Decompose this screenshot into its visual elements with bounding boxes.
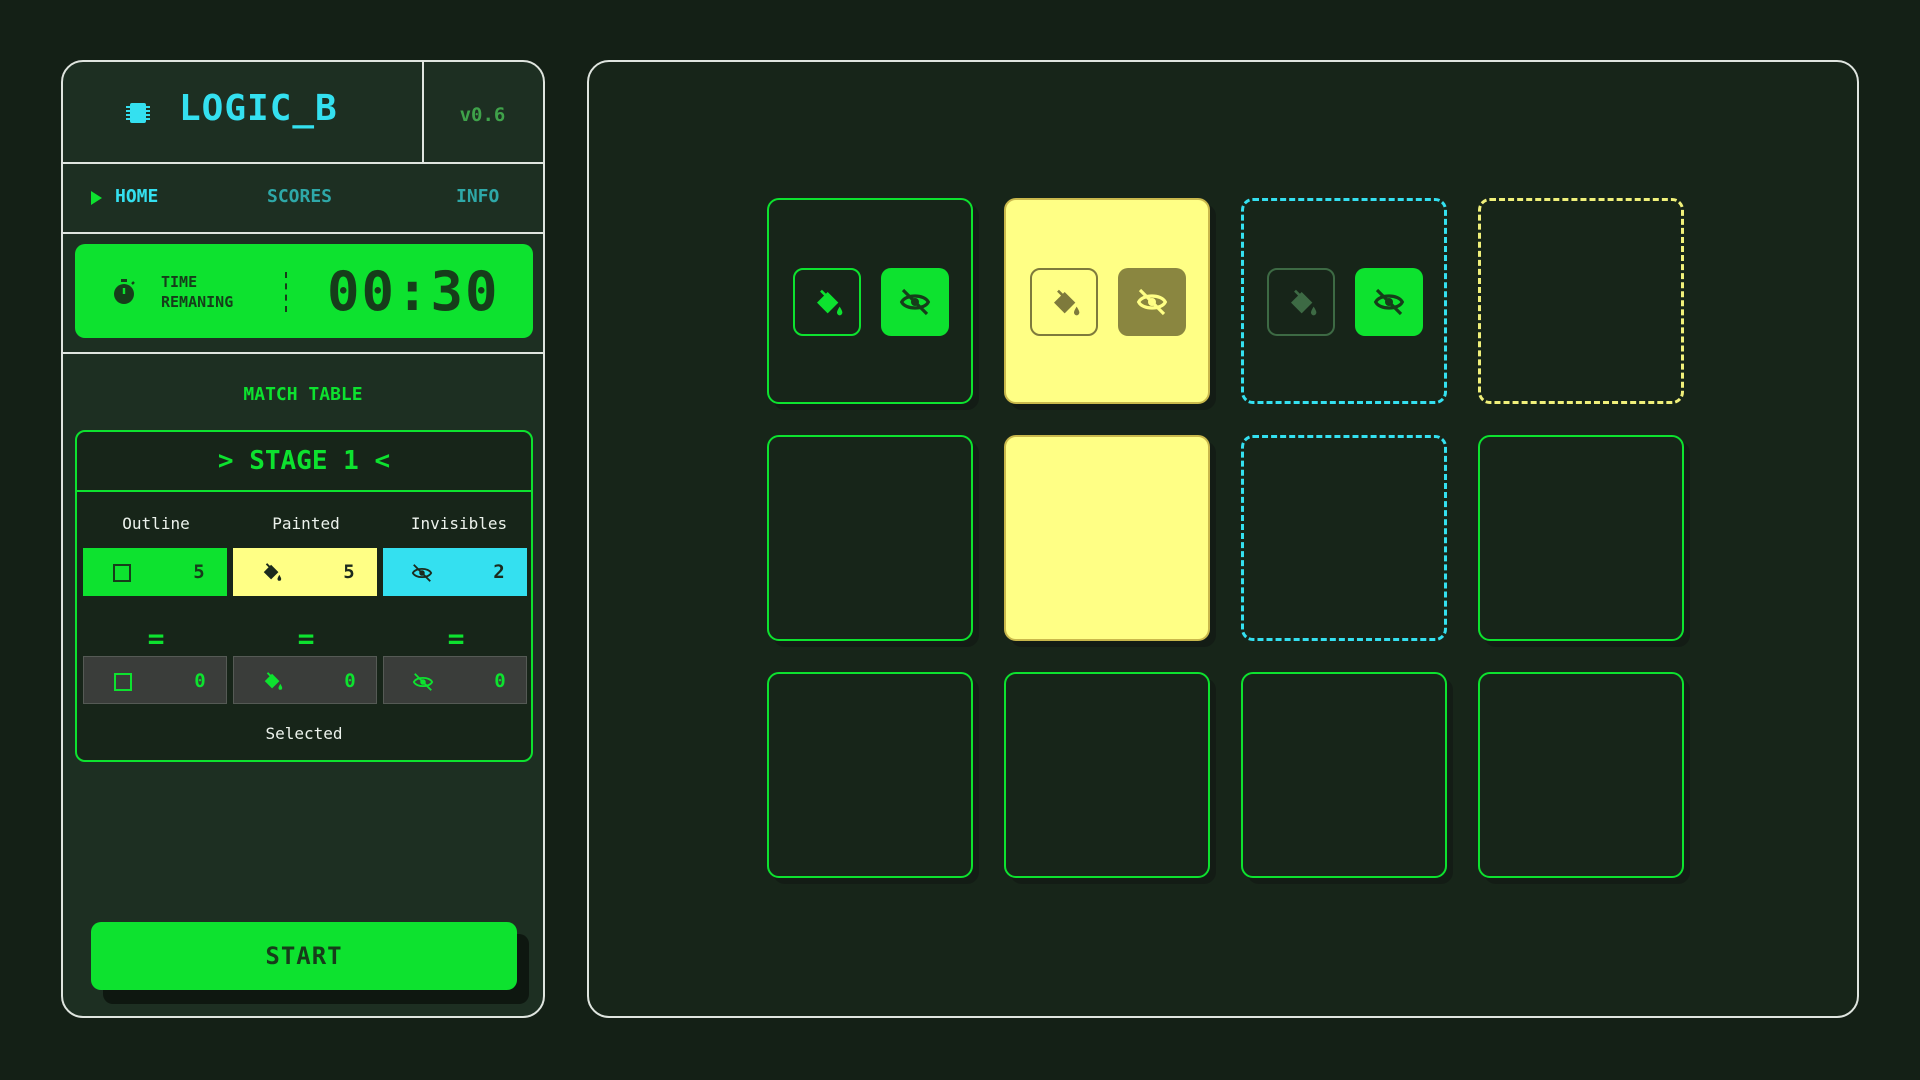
selected-outline-cell: 0 [83,656,227,704]
hide-button[interactable] [881,268,949,336]
timer-separator [285,272,287,312]
tile-r3-c4[interactable] [1478,672,1684,878]
equals-sign: = [297,622,315,655]
eye-off-icon [1373,288,1405,316]
match-table-title: MATCH TABLE [243,384,363,405]
nav-home[interactable]: HOME [115,186,158,207]
timer-panel: TIME REMANING 00:30 [75,244,533,338]
section-divider [63,352,543,354]
selected-invisibles-value: 0 [494,670,506,692]
paint-bucket-icon [1291,289,1317,316]
tile-r2-c1[interactable] [767,435,973,641]
target-outline-cell: 5 [83,548,227,596]
square-outline-icon [114,673,132,691]
hide-button[interactable] [1118,268,1186,336]
target-invisibles-value: 2 [493,561,505,583]
paint-button[interactable] [1030,268,1098,336]
app-header: LOGIC_B v0.6 [63,62,543,164]
main-nav: HOME SCORES INFO [63,164,543,234]
tile-r3-c2[interactable] [1004,672,1210,878]
active-nav-arrow-icon [91,191,102,205]
paint-bucket-icon [817,289,843,316]
target-painted-value: 5 [343,561,355,583]
tile-r2-c2[interactable] [1004,435,1210,641]
target-painted-cell: 5 [233,548,377,596]
column-header-invisibles: Invisibles [410,514,508,533]
stage-title: > STAGE 1 < [77,432,531,492]
equals-sign: = [147,622,165,655]
match-table: > STAGE 1 < Outline Painted Invisibles 5… [75,430,533,762]
target-outline-value: 5 [193,561,205,583]
start-button[interactable]: START [91,922,517,990]
tile-r1-c1[interactable] [767,198,973,404]
paint-bucket-icon [264,672,283,690]
column-header-outline: Outline [122,514,190,533]
timer-value: 00:30 [327,260,500,323]
selected-painted-value: 0 [344,670,356,692]
game-board [587,60,1859,1018]
paint-bucket-icon [1054,289,1080,316]
selected-label: Selected [265,724,343,743]
tile-r3-c3[interactable] [1241,672,1447,878]
tile-r2-c3[interactable] [1241,435,1447,641]
eye-off-icon [412,673,434,691]
selected-painted-cell: 0 [233,656,377,704]
tile-r3-c1[interactable] [767,672,973,878]
chip-icon [126,103,150,123]
timer-label: TIME REMANING [161,273,234,311]
target-invisibles-cell: 2 [383,548,527,596]
square-outline-icon [113,564,131,582]
column-header-painted: Painted [272,514,340,533]
equals-sign: = [447,622,465,655]
eye-off-icon [899,288,931,316]
tile-r2-c4[interactable] [1478,435,1684,641]
tile-r1-c3[interactable] [1241,198,1447,404]
nav-info[interactable]: INFO [456,186,499,207]
app-version: v0.6 [459,104,506,126]
tile-r1-c2[interactable] [1004,198,1210,404]
paint-button[interactable] [793,268,861,336]
paint-bucket-icon [263,563,282,581]
hide-button[interactable] [1355,268,1423,336]
selected-invisibles-cell: 0 [383,656,527,704]
app-title: LOGIC_B [179,88,338,129]
nav-scores[interactable]: SCORES [267,186,332,207]
stopwatch-icon [114,279,135,304]
tile-r1-c4[interactable] [1478,198,1684,404]
paint-button[interactable] [1267,268,1335,336]
selected-outline-value: 0 [194,670,206,692]
eye-off-icon [411,564,433,582]
eye-off-icon [1136,288,1168,316]
control-panel: LOGIC_B v0.6 HOME SCORES INFO TIME REMAN… [61,60,545,1018]
